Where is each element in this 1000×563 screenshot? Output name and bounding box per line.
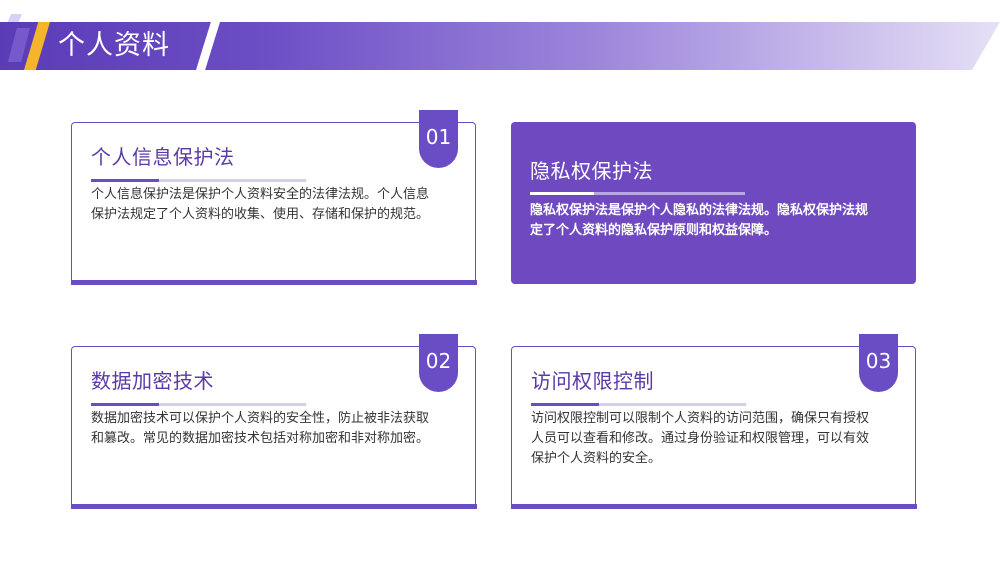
card-divider-accent — [91, 403, 159, 406]
number-badge: 03 — [859, 334, 898, 392]
card-title: 隐私权保护法 — [530, 159, 653, 183]
card-divider — [530, 192, 745, 195]
card-access-control: 访问权限控制 访问权限控制可以限制个人资料的访问范围，确保只有授权人员可以查看和… — [510, 334, 917, 509]
card-body: 隐私权保护法是保护个人隐私的法律法规。隐私权保护法规定了个人资料的隐私保护原则和… — [530, 203, 869, 238]
card-personal-info-law: 个人信息保护法 个人信息保护法是保护个人资料安全的法律法规。个人信息保护法规定了… — [70, 110, 477, 285]
card-body: 个人信息保护法是保护个人资料安全的法律法规。个人信息保护法规定了个人资料的收集、… — [91, 187, 430, 222]
page-title: 个人资料 — [58, 30, 170, 61]
card-divider — [91, 179, 306, 182]
card-privacy-law: 隐私权保护法 隐私权保护法是保护个人隐私的法律法规。隐私权保护法规定了个人资料的… — [511, 122, 916, 284]
card-divider-accent — [531, 403, 599, 406]
card-title: 个人信息保护法 — [91, 145, 235, 169]
card-divider — [91, 403, 306, 406]
card-title: 数据加密技术 — [91, 369, 214, 393]
card-body: 访问权限控制可以限制个人资料的访问范围，确保只有授权人员可以查看和修改。通过身份… — [531, 411, 870, 466]
card-divider-accent — [91, 179, 159, 182]
card-divider-accent — [530, 192, 594, 195]
number-badge: 02 — [419, 334, 458, 392]
header-banner: 个人资料 — [0, 0, 1000, 80]
card-body: 数据加密技术可以保护个人资料的安全性，防止被非法获取和篡改。常见的数据加密技术包… — [91, 411, 430, 446]
card-title: 访问权限控制 — [531, 369, 654, 393]
number-badge: 01 — [419, 110, 458, 168]
card-divider — [531, 403, 746, 406]
card-data-encryption: 数据加密技术 数据加密技术可以保护个人资料的安全性，防止被非法获取和篡改。常见的… — [70, 334, 477, 509]
